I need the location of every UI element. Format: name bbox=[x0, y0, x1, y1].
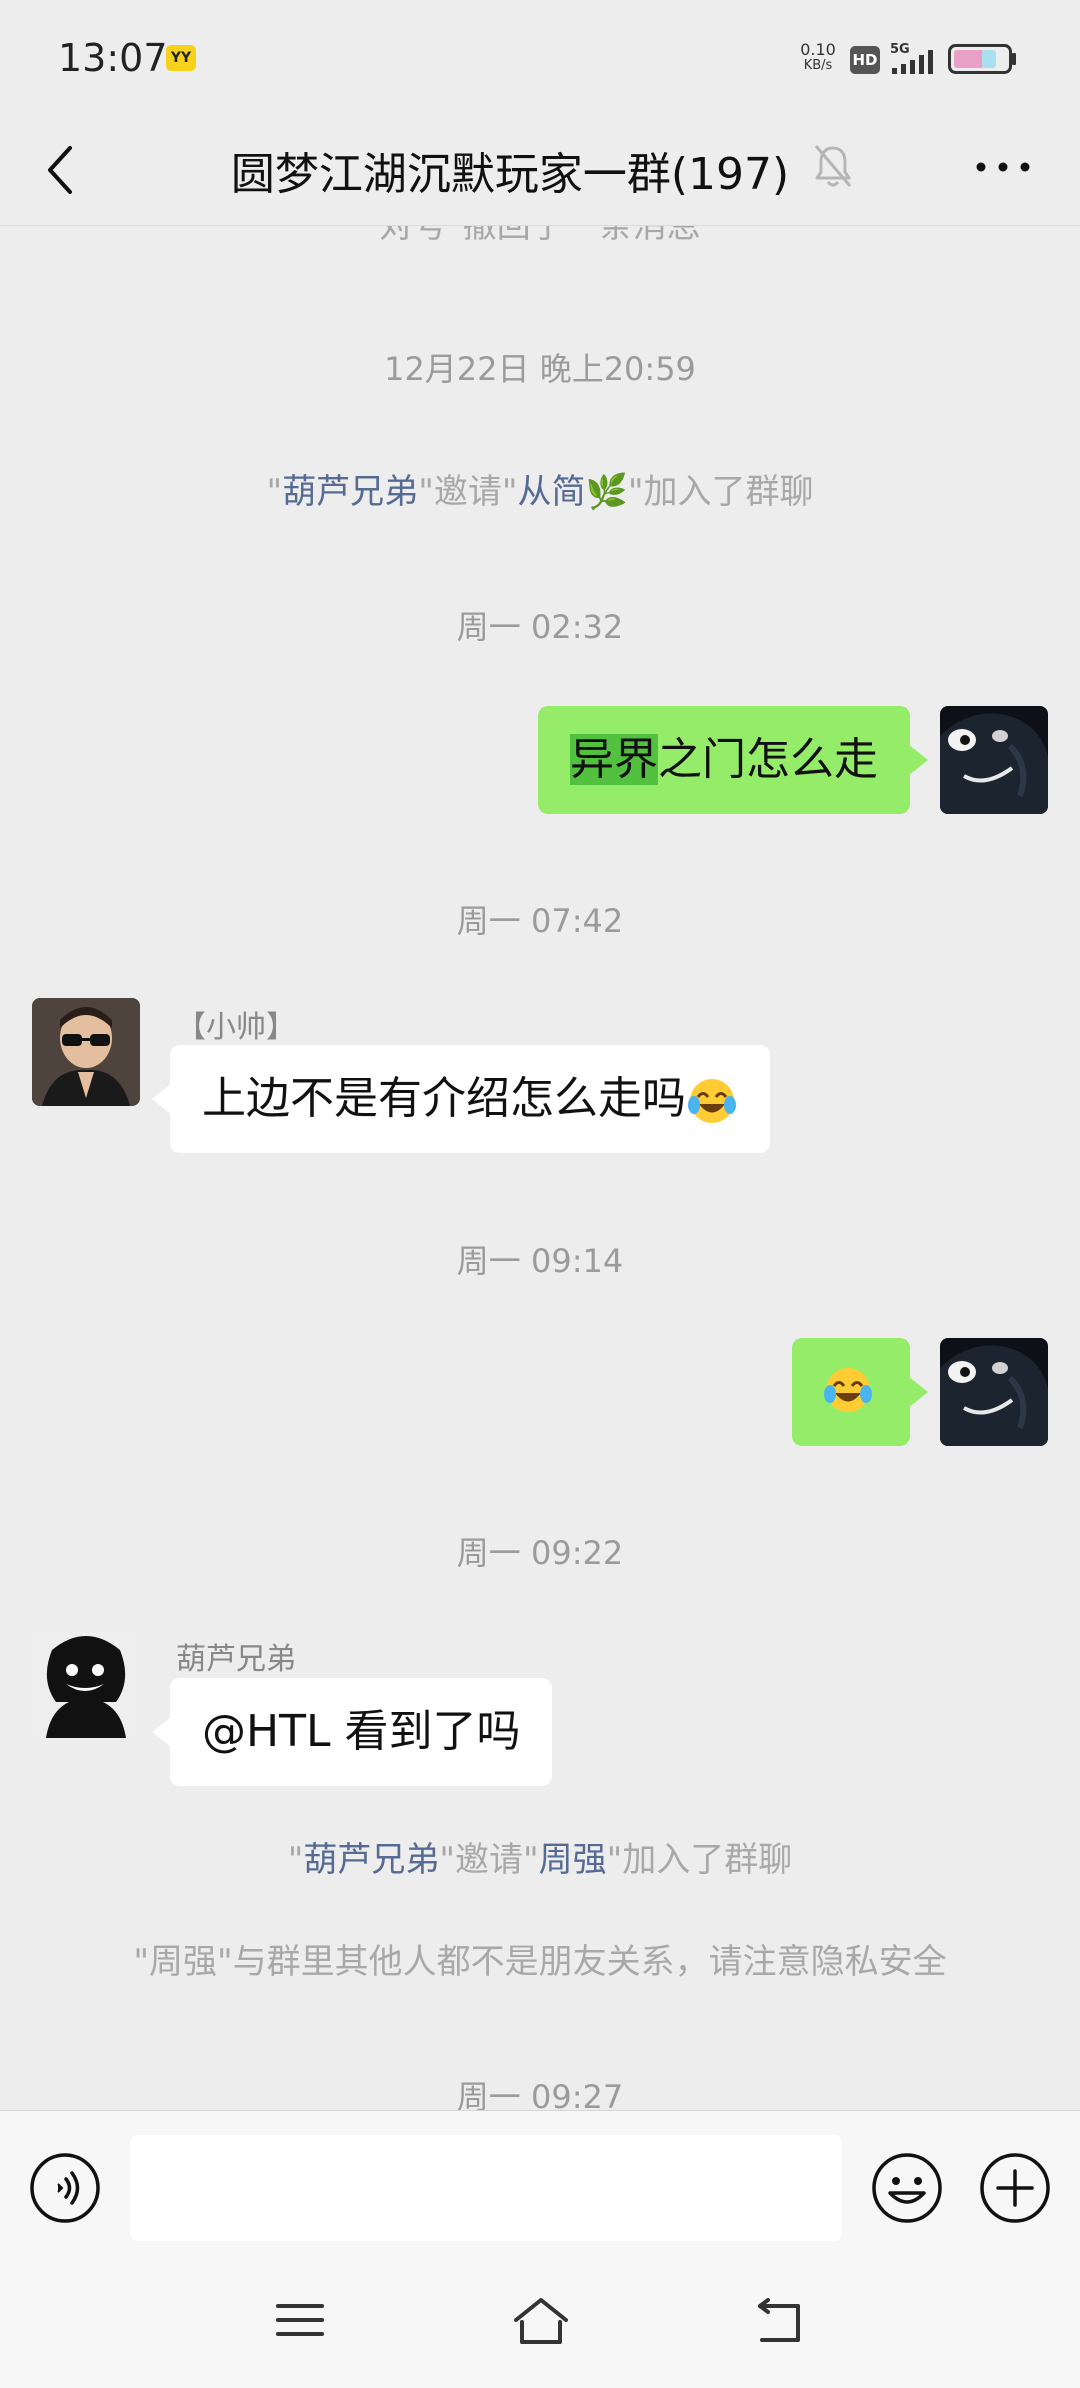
sender-avatar[interactable] bbox=[32, 1630, 140, 1738]
dark-character-avatar-image bbox=[940, 1338, 1048, 1446]
system-navigation-bar bbox=[0, 2260, 1080, 2388]
yy-app-icon: YY bbox=[166, 45, 196, 71]
voice-input-button[interactable] bbox=[28, 2151, 102, 2225]
chat-header: 圆梦江湖沉默玩家一群(197) bbox=[0, 118, 1080, 226]
crying-laughing-emoji-icon bbox=[688, 1079, 736, 1123]
chat-title[interactable]: 圆梦江湖沉默玩家一群(197) bbox=[200, 138, 820, 202]
sender-name: 葫芦兄弟 bbox=[176, 1642, 296, 1677]
home-icon[interactable] bbox=[512, 2296, 570, 2346]
dark-character-avatar-image bbox=[940, 706, 1048, 814]
emoji-button-icon[interactable] bbox=[870, 2151, 944, 2225]
status-bar: 13:07 YY 0.10 KB/s HD 5G bbox=[0, 0, 1080, 118]
my-avatar[interactable] bbox=[940, 706, 1048, 814]
invite-text: "邀请" bbox=[439, 1840, 539, 1880]
my-avatar[interactable] bbox=[940, 1338, 1048, 1446]
timestamp: 周一 07:42 bbox=[456, 902, 624, 940]
my-message-bubble[interactable]: 异界之门怎么走 bbox=[538, 706, 928, 814]
inviter-name[interactable]: 葫芦兄弟 bbox=[282, 472, 418, 512]
timestamp: 周一 09:22 bbox=[456, 1534, 624, 1572]
mute-bell-icon bbox=[814, 145, 852, 187]
invite-text: "邀请" bbox=[418, 472, 518, 512]
quote-mark: " bbox=[266, 472, 283, 512]
leaf-emoji: 🌿 bbox=[585, 472, 628, 512]
system-invite-notice: "葫芦兄弟"邀请"从简🌿"加入了群聊 bbox=[0, 464, 1080, 513]
recall-notice-clipped: 对号"撤回了一条消息 bbox=[0, 226, 1080, 248]
message-text: @HTL 看到了吗 bbox=[202, 1706, 521, 1757]
invitee-name[interactable]: 周强 bbox=[539, 1840, 607, 1880]
signal-5g-icon: 5G bbox=[890, 42, 933, 74]
recall-notice: 对号"撤回了一条消息 bbox=[379, 226, 701, 246]
system-invite-notice: "葫芦兄弟"邀请"周强"加入了群聊 bbox=[0, 1832, 1080, 1881]
back-icon[interactable] bbox=[40, 140, 80, 200]
other-message-bubble[interactable]: @HTL 看到了吗 bbox=[151, 1678, 553, 1786]
hd-icon: HD bbox=[850, 46, 880, 74]
sender-name: 【小帅】 bbox=[176, 1010, 296, 1045]
quote-mark: " bbox=[287, 1840, 304, 1880]
network-speed-unit: KB/s bbox=[803, 58, 833, 73]
other-message-bubble[interactable]: 上边不是有介绍怎么走吗 bbox=[152, 1045, 770, 1153]
my-message-bubble[interactable] bbox=[792, 1338, 928, 1446]
message-text: 之门怎么走 bbox=[658, 734, 878, 785]
selected-text[interactable]: 异界 bbox=[570, 734, 658, 785]
joined-text: "加入了群聊 bbox=[627, 472, 814, 512]
invitee-name[interactable]: 从简 bbox=[517, 472, 585, 512]
child-with-sunglasses-avatar-image bbox=[32, 998, 140, 1106]
privacy-notice: "周强"与群里其他人都不是朋友关系，请注意隐私安全 bbox=[133, 1942, 947, 1982]
menu-icon[interactable] bbox=[276, 2300, 324, 2340]
network-speed: 0.10 KB/s bbox=[798, 42, 838, 74]
shadow-figure-avatar-image bbox=[32, 1630, 140, 1738]
timestamp: 周一 09:27 bbox=[456, 2078, 624, 2110]
inviter-name[interactable]: 葫芦兄弟 bbox=[303, 1840, 439, 1880]
message-input-bar bbox=[0, 2110, 1080, 2260]
timestamp: 周一 02:32 bbox=[456, 608, 624, 646]
back-nav-icon[interactable] bbox=[754, 2298, 804, 2344]
joined-text: "加入了群聊 bbox=[606, 1840, 793, 1880]
sender-avatar[interactable] bbox=[32, 998, 140, 1106]
network-speed-value: 0.10 bbox=[800, 40, 836, 59]
more-icon[interactable] bbox=[974, 152, 1032, 182]
timestamp: 12月22日 晚上20:59 bbox=[384, 350, 696, 388]
crying-laughing-emoji-icon bbox=[824, 1368, 872, 1412]
message-input[interactable] bbox=[130, 2135, 842, 2241]
status-time: 13:07 bbox=[58, 36, 168, 80]
timestamp: 周一 09:14 bbox=[456, 1242, 624, 1280]
battery-icon bbox=[948, 44, 1016, 74]
plus-button-icon[interactable] bbox=[978, 2151, 1052, 2225]
message-text: 上边不是有介绍怎么走吗 bbox=[202, 1073, 686, 1124]
network-type-label: 5G bbox=[890, 42, 910, 57]
